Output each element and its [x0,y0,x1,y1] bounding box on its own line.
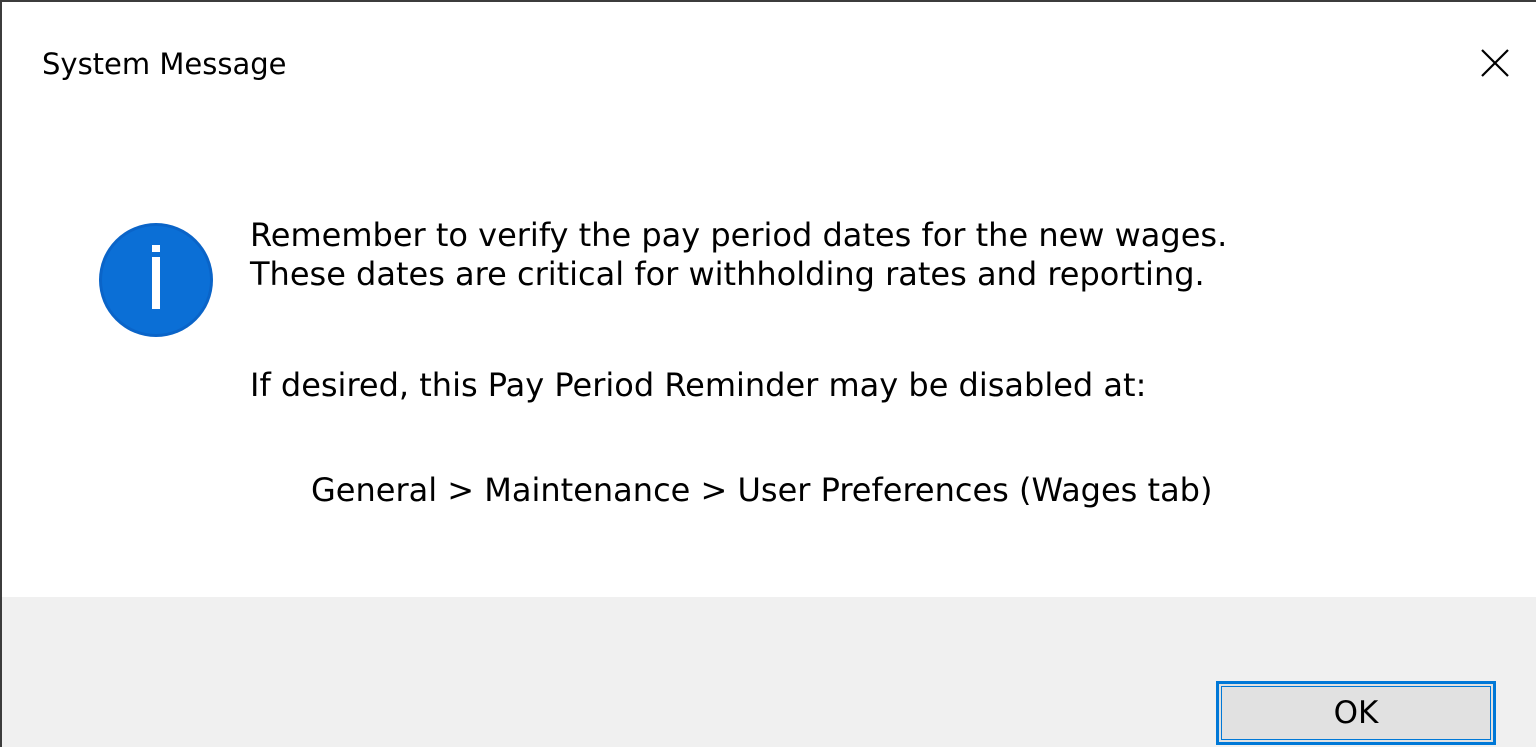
system-message-dialog: System Message Remember to verify the pa… [0,0,1536,747]
window-title: System Message [42,47,287,81]
ok-button[interactable]: OK [1216,681,1496,745]
ok-button-label: OK [1333,695,1379,731]
close-icon [1481,49,1509,77]
message-line-1: Remember to verify the pay period dates … [250,216,1228,254]
title-bar[interactable]: System Message [2,2,1536,102]
close-button[interactable] [1462,30,1528,96]
message-area: Remember to verify the pay period dates … [2,102,1536,597]
preference-path: General > Maintenance > User Preferences… [311,471,1213,509]
info-icon [99,223,213,337]
message-line-3: If desired, this Pay Period Reminder may… [250,366,1147,404]
message-line-2: These dates are critical for withholding… [250,255,1205,293]
